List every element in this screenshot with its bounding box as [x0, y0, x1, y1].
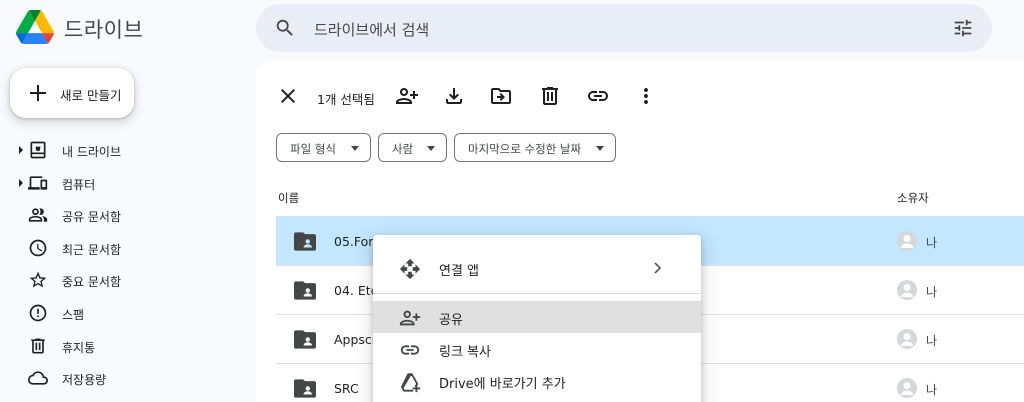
chevron-right-icon	[654, 262, 662, 274]
sidebar-item-starred[interactable]: 중요 문서함	[0, 264, 250, 297]
sidebar-item-recent[interactable]: 최근 문서함	[0, 232, 250, 265]
owner-avatar	[897, 280, 917, 300]
shared-folder-icon	[294, 330, 316, 349]
selection-count: 1개 선택됨	[317, 92, 375, 107]
sidebar-item-trash[interactable]: 휴지통	[0, 330, 250, 363]
my-drive-icon	[30, 141, 46, 159]
delete-icon[interactable]	[538, 84, 562, 108]
menu-item-label: 연결 앱	[439, 264, 480, 279]
sidebar-item-computers[interactable]: 컴퓨터	[0, 167, 250, 200]
file-name: 04. Etc	[334, 283, 378, 298]
star-icon	[29, 272, 47, 288]
filter-people-chip[interactable]: 사람	[378, 133, 447, 162]
chip-label: 마지막으로 수정한 날짜	[468, 142, 582, 156]
more-options-icon[interactable]	[634, 84, 658, 108]
file-name: 05.For	[334, 234, 374, 249]
open-with-icon	[399, 258, 421, 280]
shared-folder-icon	[294, 232, 316, 251]
chip-label: 파일 형식	[290, 142, 336, 156]
menu-item-label: 링크 복사	[439, 345, 491, 360]
column-header-owner[interactable]: 소유자	[897, 190, 929, 206]
share-person-add-icon[interactable]	[395, 84, 419, 108]
menu-item-label: Drive에 바로가기 추가	[439, 377, 566, 392]
owner-avatar	[897, 329, 917, 349]
link-icon	[400, 345, 420, 355]
file-name: SRC	[334, 381, 359, 396]
search-input[interactable]: 드라이브에서 검색	[314, 19, 429, 40]
context-menu: 연결 앱 공유 링크 복사 Drive에 바로가기 추가	[373, 235, 701, 402]
menu-item-label: 공유	[439, 313, 463, 328]
sidebar-item-shared[interactable]: 공유 문서함	[0, 199, 250, 232]
sidebar-item-label: 컴퓨터	[62, 177, 96, 192]
sidebar-item-label: 휴지통	[62, 340, 96, 355]
owner-name: 나	[926, 285, 938, 299]
column-header-name[interactable]: 이름	[278, 190, 299, 206]
expand-arrow-icon[interactable]	[17, 178, 25, 187]
caret-down-icon	[596, 146, 604, 151]
menu-item-open-with[interactable]: 연결 앱	[373, 252, 701, 284]
search-icon[interactable]	[274, 17, 296, 39]
sidebar-item-my-drive[interactable]: 내 드라이브	[0, 134, 250, 167]
shared-icon	[28, 208, 48, 222]
owner-avatar	[897, 231, 917, 251]
filter-type-chip[interactable]: 파일 형식	[276, 133, 371, 162]
caret-down-icon	[351, 146, 359, 151]
trash-icon	[31, 338, 45, 354]
computers-icon	[28, 175, 48, 190]
sidebar-item-label: 공유 문서함	[62, 210, 122, 225]
menu-item-share[interactable]: 공유	[373, 301, 701, 333]
owner-name: 나	[926, 383, 938, 397]
owner-name: 나	[926, 236, 938, 250]
move-folder-icon[interactable]	[489, 84, 513, 108]
owner-name: 나	[926, 334, 938, 348]
search-bar[interactable]: 드라이브에서 검색	[256, 4, 992, 52]
expand-arrow-icon[interactable]	[17, 146, 25, 154]
selection-toolbar: 1개 선택됨	[276, 84, 1016, 110]
download-icon[interactable]	[442, 84, 466, 108]
new-button[interactable]: 새로 만들기	[10, 68, 134, 118]
link-icon[interactable]	[586, 84, 610, 108]
plus-icon	[30, 85, 46, 101]
sidebar-item-label: 중요 문서함	[62, 275, 122, 290]
menu-item-add-shortcut[interactable]: Drive에 바로가기 추가	[373, 365, 701, 397]
sidebar-item-label: 스팸	[62, 307, 85, 322]
shared-folder-icon	[294, 379, 316, 398]
sidebar-item-label: 저장용량	[62, 373, 107, 388]
app-title: 드라이브	[64, 18, 144, 42]
sidebar-item-label: 최근 문서함	[62, 242, 122, 257]
chip-label: 사람	[392, 142, 414, 156]
caret-down-icon	[427, 146, 435, 151]
share-icon	[399, 310, 421, 326]
file-name: Appscr	[334, 332, 377, 347]
sidebar-item-label: 내 드라이브	[62, 145, 122, 159]
new-button-label: 새로 만들기	[60, 88, 122, 103]
sidebar-item-spam[interactable]: 스팸	[0, 297, 250, 330]
sidebar-item-storage[interactable]: 저장용량	[0, 362, 250, 395]
menu-item-copy-link[interactable]: 링크 복사	[373, 333, 701, 365]
cloud-icon	[28, 371, 48, 385]
search-options-icon[interactable]	[952, 17, 974, 39]
shared-folder-icon	[294, 281, 316, 300]
spam-icon	[29, 304, 47, 322]
owner-avatar	[897, 378, 917, 398]
clock-icon	[29, 239, 47, 257]
drive-logo[interactable]	[16, 9, 54, 45]
close-icon[interactable]	[276, 84, 300, 108]
filter-modified-chip[interactable]: 마지막으로 수정한 날짜	[454, 133, 616, 162]
add-shortcut-icon	[400, 373, 421, 393]
sidebar-nav: 내 드라이브 컴퓨터 공유 문서함 최근 문서함 중요 문서함 스팸 휴지통 저…	[0, 134, 250, 395]
menu-divider	[373, 293, 701, 294]
